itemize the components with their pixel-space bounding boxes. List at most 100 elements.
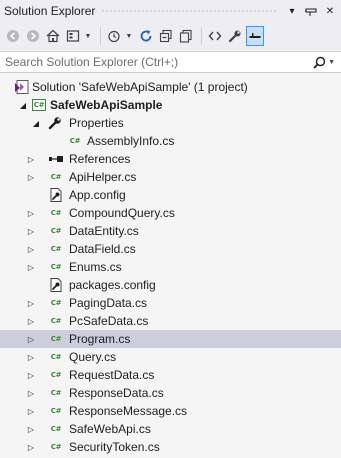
tree-row-file[interactable]: packages.config <box>0 276 341 294</box>
expand-triangle-icon[interactable]: ▷ <box>26 348 36 366</box>
tree-row-solution[interactable]: Solution 'SafeWebApiSample' (1 project) <box>0 78 341 96</box>
collapse-all-icon[interactable] <box>157 26 175 46</box>
config-icon <box>48 277 64 293</box>
expand-triangle-icon[interactable]: ▷ <box>26 312 36 330</box>
tree-label: PcSafeData.cs <box>69 314 149 328</box>
tree-row-file[interactable]: ▷ C# Enums.cs <box>0 258 341 276</box>
sync-icon[interactable] <box>137 26 155 46</box>
tree-row-file[interactable]: ▷ C# DataField.cs <box>0 240 341 258</box>
tree-row-file[interactable]: ▷ C# CompoundQuery.cs <box>0 204 341 222</box>
home-icon[interactable] <box>44 26 62 46</box>
csharp-file-icon: C# <box>50 173 62 181</box>
tree-label: DataField.cs <box>69 242 136 256</box>
tree-row-file-selected[interactable]: ▷ C# Program.cs <box>0 330 341 348</box>
close-icon[interactable]: ✕ <box>322 3 338 19</box>
tree-row-file[interactable]: App.config <box>0 186 341 204</box>
csharp-file-icon: C# <box>50 425 62 433</box>
tree-label: DataEntity.cs <box>69 224 139 238</box>
title-bar: Solution Explorer ▾ ✕ <box>0 0 341 22</box>
expand-triangle-icon[interactable]: ▷ <box>26 402 36 420</box>
switch-views-caret-icon[interactable]: ▼ <box>84 26 92 46</box>
tree-label: SafeWebApiSample <box>50 98 163 112</box>
tree-row-properties[interactable]: ◢ Properties <box>0 114 341 132</box>
pin-icon[interactable] <box>303 3 319 19</box>
csharp-file-icon: C# <box>50 209 62 217</box>
tree-label: AssemblyInfo.cs <box>87 134 175 148</box>
expand-triangle-icon[interactable]: ▷ <box>26 384 36 402</box>
tree-label: Program.cs <box>69 332 131 346</box>
search-box[interactable]: Search Solution Explorer (Ctrl+;) ▼ <box>0 51 341 73</box>
tree-label: References <box>69 152 131 166</box>
tree-label: SecurityToken.cs <box>69 440 160 454</box>
forward-icon[interactable] <box>24 26 42 46</box>
filter-caret-icon[interactable]: ▼ <box>125 26 133 46</box>
search-input[interactable]: Search Solution Explorer (Ctrl+;) <box>0 55 312 69</box>
csharp-file-icon: C# <box>50 227 62 235</box>
csharp-file-icon: C# <box>50 245 62 253</box>
collapse-triangle-icon[interactable]: ◢ <box>18 96 28 114</box>
csharp-file-icon: C# <box>50 407 62 415</box>
csharp-file-icon: C# <box>50 443 62 451</box>
search-options-caret-icon[interactable]: ▼ <box>328 59 335 66</box>
window-title: Solution Explorer <box>4 4 96 18</box>
tree-row-file[interactable]: ▷ C# ApiHelper.cs <box>0 168 341 186</box>
tree-label: SafeWebApi.cs <box>69 422 151 436</box>
collapse-triangle-icon[interactable]: ◢ <box>31 114 41 132</box>
view-code-icon[interactable] <box>206 26 224 46</box>
csharp-file-icon: C# <box>50 317 62 325</box>
expand-triangle-icon[interactable]: ▷ <box>26 294 36 312</box>
expand-triangle-icon[interactable]: ▷ <box>26 258 36 276</box>
tree-label: PagingData.cs <box>69 296 148 310</box>
tree-label: App.config <box>69 188 126 202</box>
tree-row-file[interactable]: ▷ C# Query.cs <box>0 348 341 366</box>
expand-triangle-icon[interactable]: ▷ <box>26 438 36 456</box>
expand-triangle-icon[interactable]: ▷ <box>26 366 36 384</box>
csharp-file-icon: C# <box>50 263 62 271</box>
tree-row-references[interactable]: ▷ References <box>0 150 341 168</box>
tree-row-file[interactable]: ▷ C# DataEntity.cs <box>0 222 341 240</box>
tree-row-file[interactable]: ▷ C# PcSafeData.cs <box>0 312 341 330</box>
csharp-file-icon: C# <box>50 299 62 307</box>
config-icon <box>48 187 64 203</box>
pending-changes-filter-icon[interactable] <box>105 26 123 46</box>
show-all-files-icon[interactable] <box>177 26 195 46</box>
window-menu-icon[interactable]: ▾ <box>284 3 300 19</box>
tree-label: ApiHelper.cs <box>69 170 137 184</box>
tree-label: packages.config <box>69 278 156 292</box>
tree-row-file[interactable]: C# AssemblyInfo.cs <box>0 132 341 150</box>
toolbar-separator <box>100 27 101 45</box>
tree-label: RequestData.cs <box>69 368 155 382</box>
tree-row-file[interactable]: ▷ C# RequestData.cs <box>0 366 341 384</box>
expand-triangle-icon[interactable]: ▷ <box>26 150 36 168</box>
tree-label: Solution 'SafeWebApiSample' (1 project) <box>32 80 248 94</box>
tree-row-file[interactable]: ▷ C# ResponseData.cs <box>0 384 341 402</box>
expand-triangle-icon[interactable]: ▷ <box>26 240 36 258</box>
tree-label: Properties <box>69 116 124 130</box>
drag-grip[interactable] <box>101 8 278 14</box>
tree-label: ResponseData.cs <box>69 386 164 400</box>
csharp-file-icon: C# <box>50 335 62 343</box>
properties-wrench-icon[interactable] <box>226 26 244 46</box>
csharp-project-icon: C# <box>32 99 46 111</box>
csharp-file-icon: C# <box>69 137 81 145</box>
tree-row-file[interactable]: ▷ C# SafeWebApi.cs <box>0 420 341 438</box>
search-icon[interactable] <box>312 55 326 69</box>
wrench-icon <box>47 115 63 131</box>
expand-triangle-icon[interactable]: ▷ <box>26 222 36 240</box>
expand-triangle-icon[interactable]: ▷ <box>26 330 36 348</box>
toolbar: ▼ ▼ <box>0 22 341 50</box>
tree-row-file[interactable]: ▷ C# ResponseMessage.cs <box>0 402 341 420</box>
tree-row-file[interactable]: ▷ C# SecurityToken.cs <box>0 438 341 456</box>
tree-label: Enums.cs <box>69 260 122 274</box>
expand-triangle-icon[interactable]: ▷ <box>26 168 36 186</box>
expand-triangle-icon[interactable]: ▷ <box>26 420 36 438</box>
switch-views-icon[interactable] <box>64 26 82 46</box>
preview-selected-items-icon[interactable] <box>246 26 264 46</box>
toolbar-separator <box>201 27 202 45</box>
tree-row-file[interactable]: ▷ C# PagingData.cs <box>0 294 341 312</box>
tree-row-project[interactable]: ◢ C# SafeWebApiSample <box>0 96 341 114</box>
tree-label: CompoundQuery.cs <box>69 206 175 220</box>
expand-triangle-icon[interactable]: ▷ <box>26 204 36 222</box>
back-icon[interactable] <box>4 26 22 46</box>
csharp-file-icon: C# <box>50 389 62 397</box>
